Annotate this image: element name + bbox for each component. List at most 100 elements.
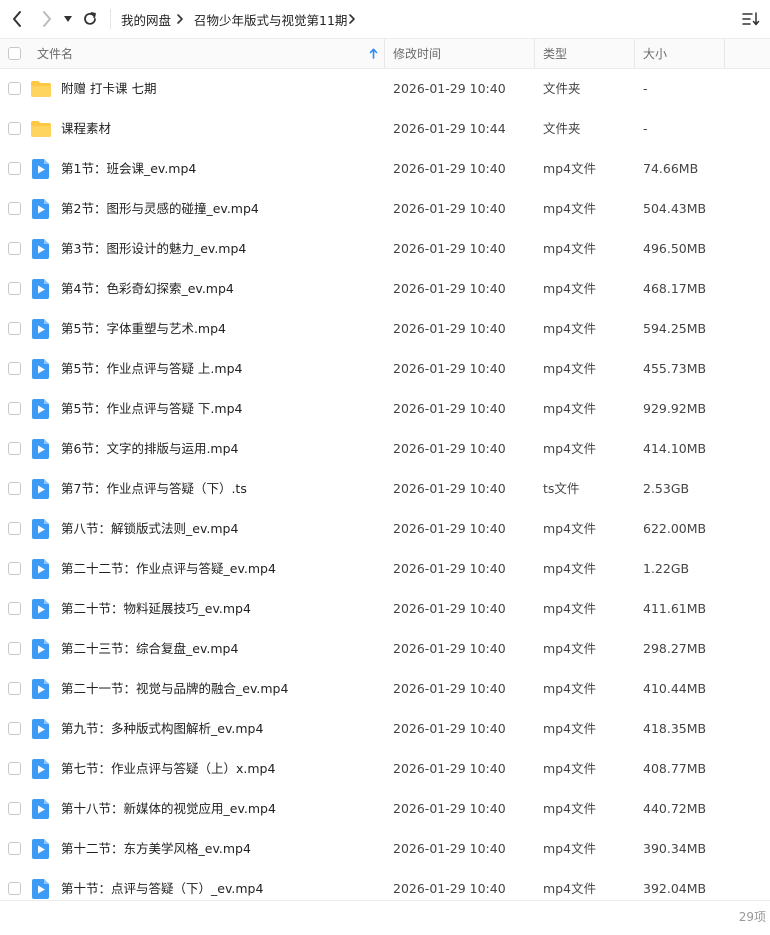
row-checkbox[interactable] [8, 602, 21, 615]
file-modified: 2026-01-29 10:40 [393, 401, 506, 416]
file-row[interactable]: 第2节：图形与灵感的碰撞_ev.mp4 2026-01-29 10:40 mp4文件… [0, 189, 770, 229]
row-checkbox[interactable] [8, 442, 21, 455]
video-file-icon [30, 198, 52, 220]
file-name[interactable]: 第3节：图形设计的魅力_ev.mp4 [61, 229, 246, 269]
row-checkbox[interactable] [8, 322, 21, 335]
row-checkbox[interactable] [8, 882, 21, 895]
row-checkbox[interactable] [8, 402, 21, 415]
file-name[interactable]: 第1节：班会课_ev.mp4 [61, 149, 196, 189]
row-checkbox[interactable] [8, 242, 21, 255]
column-size[interactable]: 大小 [643, 39, 667, 68]
row-checkbox[interactable] [8, 482, 21, 495]
row-checkbox[interactable] [8, 682, 21, 695]
file-row[interactable]: 第1节：班会课_ev.mp4 2026-01-29 10:40 mp4文件 74.66… [0, 149, 770, 189]
row-checkbox[interactable] [8, 282, 21, 295]
file-row[interactable]: 第6节：文字的排版与运用.mp4 2026-01-29 10:40 mp4文件 414… [0, 429, 770, 469]
file-modified: 2026-01-29 10:40 [393, 641, 506, 656]
file-name[interactable]: 第九节：多种版式构图解析_ev.mp4 [61, 709, 263, 749]
file-modified: 2026-01-29 10:40 [393, 721, 506, 736]
column-divider[interactable] [634, 39, 635, 68]
column-modified[interactable]: 修改时间 [393, 39, 441, 68]
file-name[interactable]: 附赠 打卡课 七期 [61, 69, 156, 109]
column-name[interactable]: 文件名 [37, 39, 73, 68]
row-checkbox[interactable] [8, 802, 21, 815]
file-type: mp4文件 [543, 361, 597, 376]
row-checkbox[interactable] [8, 762, 21, 775]
file-name[interactable]: 第七节：作业点评与答疑（上）x.mp4 [61, 749, 275, 789]
row-checkbox[interactable] [8, 162, 21, 175]
file-name[interactable]: 第4节：色彩奇幻探索_ev.mp4 [61, 269, 234, 309]
video-file-icon [30, 718, 52, 740]
column-divider[interactable] [534, 39, 535, 68]
breadcrumb-current[interactable]: 召物少年版式与视觉第11期 [194, 0, 347, 38]
file-row[interactable]: 第七节：作业点评与答疑（上）x.mp4 2026-01-29 10:40 mp4文件… [0, 749, 770, 789]
file-name[interactable]: 第二十节：物料延展技巧_ev.mp4 [61, 589, 251, 629]
forward-button[interactable] [37, 8, 57, 30]
sort-options-button[interactable] [741, 8, 761, 30]
breadcrumb-root[interactable]: 我的网盘 [121, 0, 171, 38]
video-file-icon [30, 318, 52, 340]
row-checkbox[interactable] [8, 642, 21, 655]
row-checkbox[interactable] [8, 82, 21, 95]
history-dropdown-button[interactable] [61, 8, 75, 30]
file-row[interactable]: 第5节：字体重塑与艺术.mp4 2026-01-29 10:40 mp4文件 594.… [0, 309, 770, 349]
file-row[interactable]: 第5节：作业点评与答疑 上.mp4 2026-01-29 10:40 mp4文件 45… [0, 349, 770, 389]
file-name[interactable]: 课程素材 [61, 109, 111, 149]
select-all-checkbox[interactable] [8, 47, 21, 60]
file-name[interactable]: 第2节：图形与灵感的碰撞_ev.mp4 [61, 189, 259, 229]
file-type: 文件夹 [543, 121, 581, 136]
file-name[interactable]: 第八节：解锁版式法则_ev.mp4 [61, 509, 238, 549]
file-name[interactable]: 第5节：作业点评与答疑 下.mp4 [61, 389, 242, 429]
file-row[interactable]: 第4节：色彩奇幻探索_ev.mp4 2026-01-29 10:40 mp4文件 46… [0, 269, 770, 309]
file-name[interactable]: 第二十二节：作业点评与答疑_ev.mp4 [61, 549, 276, 589]
video-file-icon [30, 438, 52, 460]
file-row[interactable]: 第十二节：东方美学风格_ev.mp4 2026-01-29 10:40 mp4文件 3… [0, 829, 770, 869]
file-size: 929.92MB [643, 401, 707, 416]
file-row[interactable]: 第二十三节：综合复盘_ev.mp4 2026-01-29 10:40 mp4文件 29… [0, 629, 770, 669]
video-file-icon [30, 158, 52, 180]
column-divider[interactable] [384, 39, 385, 68]
file-name[interactable]: 第6节：文字的排版与运用.mp4 [61, 429, 239, 469]
file-row[interactable]: 第二十节：物料延展技巧_ev.mp4 2026-01-29 10:40 mp4文件 4… [0, 589, 770, 629]
file-row[interactable]: 第十八节：新媒体的视觉应用_ev.mp4 2026-01-29 10:40 mp4文… [0, 789, 770, 829]
file-name[interactable]: 第5节：字体重塑与艺术.mp4 [61, 309, 226, 349]
column-divider[interactable] [724, 39, 725, 68]
file-row[interactable]: 第八节：解锁版式法则_ev.mp4 2026-01-29 10:40 mp4文件 62… [0, 509, 770, 549]
caret-down-icon [64, 16, 72, 22]
row-checkbox[interactable] [8, 722, 21, 735]
file-row[interactable]: 附赠 打卡课 七期 2026-01-29 10:40 文件夹 - [0, 69, 770, 109]
file-row[interactable]: 第7节：作业点评与答疑（下）.ts 2026-01-29 10:40 ts文件 2.5… [0, 469, 770, 509]
row-checkbox[interactable] [8, 122, 21, 135]
back-button[interactable] [7, 8, 27, 30]
file-row[interactable]: 第二十二节：作业点评与答疑_ev.mp4 2026-01-29 10:40 mp4文… [0, 549, 770, 589]
file-row[interactable]: 第5节：作业点评与答疑 下.mp4 2026-01-29 10:40 mp4文件 92… [0, 389, 770, 429]
row-checkbox[interactable] [8, 522, 21, 535]
video-file-icon [30, 518, 52, 540]
file-row[interactable]: 课程素材 2026-01-29 10:44 文件夹 - [0, 109, 770, 149]
file-modified: 2026-01-29 10:40 [393, 321, 506, 336]
file-row[interactable]: 第九节：多种版式构图解析_ev.mp4 2026-01-29 10:40 mp4文件… [0, 709, 770, 749]
file-name[interactable]: 第二十三节：综合复盘_ev.mp4 [61, 629, 238, 669]
file-name[interactable]: 第二十一节：视觉与品牌的融合_ev.mp4 [61, 669, 288, 709]
file-modified: 2026-01-29 10:40 [393, 761, 506, 776]
row-checkbox[interactable] [8, 362, 21, 375]
file-type: mp4文件 [543, 641, 597, 656]
refresh-button[interactable] [80, 8, 100, 30]
column-type[interactable]: 类型 [543, 39, 567, 68]
row-checkbox[interactable] [8, 202, 21, 215]
file-size: 468.17MB [643, 281, 707, 296]
file-name[interactable]: 第7节：作业点评与答疑（下）.ts [61, 469, 247, 509]
sort-arrow-icon[interactable] [369, 39, 378, 68]
file-type: mp4文件 [543, 761, 597, 776]
file-name[interactable]: 第十二节：东方美学风格_ev.mp4 [61, 829, 251, 869]
file-row[interactable]: 第二十一节：视觉与品牌的融合_ev.mp4 2026-01-29 10:40 mp4… [0, 669, 770, 709]
file-row[interactable]: 第3节：图形设计的魅力_ev.mp4 2026-01-29 10:40 mp4文件 4… [0, 229, 770, 269]
video-file-icon [30, 478, 52, 500]
file-name[interactable]: 第5节：作业点评与答疑 上.mp4 [61, 349, 242, 389]
breadcrumb-separator-icon [348, 0, 356, 38]
row-checkbox[interactable] [8, 562, 21, 575]
file-size: 418.35MB [643, 721, 707, 736]
row-checkbox[interactable] [8, 842, 21, 855]
folder-icon [30, 78, 52, 100]
file-name[interactable]: 第十八节：新媒体的视觉应用_ev.mp4 [61, 789, 276, 829]
